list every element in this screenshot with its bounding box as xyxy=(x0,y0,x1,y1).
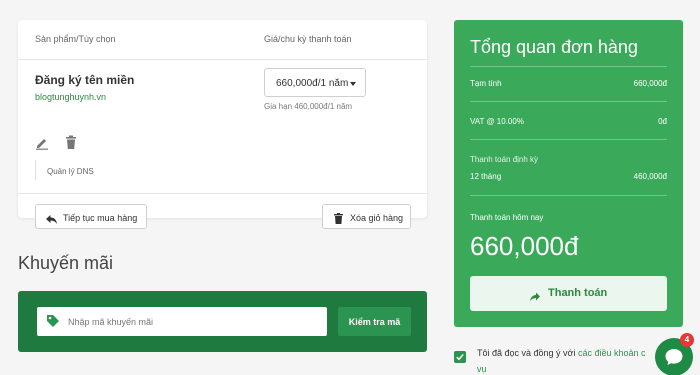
renewal-price: Gia hạn 460,000đ/1 năm xyxy=(264,102,353,111)
check-code-button[interactable]: Kiểm tra mã xyxy=(338,307,411,336)
column-header-product: Sản phẩm/Tùy chọn xyxy=(35,34,116,44)
order-summary: Tổng quan đơn hàng Tạm tính 660,000đ VAT… xyxy=(454,20,683,327)
divider xyxy=(470,66,667,67)
today-label: Thanh toán hôm nay xyxy=(470,213,544,222)
checkout-label: Thanh toán xyxy=(548,287,608,299)
terms-link-tail[interactable]: vụ xyxy=(477,364,487,374)
divider xyxy=(470,101,667,102)
promo-title: Khuyến mãi xyxy=(18,253,114,273)
promo-placeholder: Nhập mã khuyến mãi xyxy=(68,317,154,327)
dns-label: Quản lý DNS xyxy=(47,167,94,176)
terms-checkbox[interactable] xyxy=(454,351,466,363)
divider xyxy=(18,193,427,194)
continue-shopping-label: Tiếp tục mua hàng xyxy=(63,213,138,223)
empty-cart-label: Xóa giỏ hàng xyxy=(350,213,404,223)
check-icon xyxy=(456,354,464,361)
trash-icon xyxy=(334,211,343,224)
tag-icon xyxy=(46,314,60,328)
check-code-label: Kiểm tra mã xyxy=(348,317,401,327)
subtotal-label: Tạm tính xyxy=(470,79,502,88)
summary-title: Tổng quan đơn hàng xyxy=(470,37,638,57)
chat-notification-badge: 4 xyxy=(680,333,694,347)
billing-cycle-select[interactable]: 660,000đ/1 năm xyxy=(264,68,366,97)
recurring-value: 460,000đ xyxy=(633,172,667,181)
reply-arrow-icon xyxy=(46,212,57,224)
cart-card: Sản phẩm/Tùy chọn Giá/chu kỳ thanh toán … xyxy=(18,20,427,229)
edit-icon[interactable] xyxy=(35,136,49,150)
arrow-right-icon xyxy=(530,289,540,301)
chevron-down-icon xyxy=(350,82,356,86)
item-domain: blogtunghuynh.vn xyxy=(35,92,107,102)
empty-cart-button[interactable]: Xóa giỏ hàng xyxy=(322,204,411,229)
today-total: 660,000đ xyxy=(470,231,579,261)
continue-shopping-button[interactable]: Tiếp tục mua hàng xyxy=(35,204,147,229)
recurring-period: 12 tháng xyxy=(470,172,502,181)
cart-header: Sản phẩm/Tùy chọn Giá/chu kỳ thanh toán xyxy=(18,20,427,60)
divider xyxy=(470,139,667,140)
terms-link[interactable]: các điều khoản c xyxy=(578,348,646,358)
vat-label: VAT @ 10.00% xyxy=(470,117,524,126)
billing-cycle-value: 660,000đ/1 năm xyxy=(276,78,349,89)
recurring-label: Thanh toán định kỳ xyxy=(470,155,539,164)
chat-bubble-icon xyxy=(665,349,683,365)
subtotal-value: 660,000đ xyxy=(633,79,667,88)
checkout-button[interactable]: Thanh toán xyxy=(470,276,667,311)
vat-value: 0đ xyxy=(658,117,667,126)
item-name: Đăng ký tên miền xyxy=(35,73,135,87)
trash-icon[interactable] xyxy=(64,135,78,150)
promo-panel: Nhập mã khuyến mãi Kiểm tra mã xyxy=(18,291,427,352)
column-header-price: Giá/chu kỳ thanh toán xyxy=(264,34,352,44)
terms-prefix: Tôi đã đọc và đồng ý với xyxy=(477,348,578,358)
divider xyxy=(470,195,667,196)
dns-option: Quản lý DNS xyxy=(35,160,94,180)
promo-code-input[interactable]: Nhập mã khuyến mãi xyxy=(37,307,327,336)
